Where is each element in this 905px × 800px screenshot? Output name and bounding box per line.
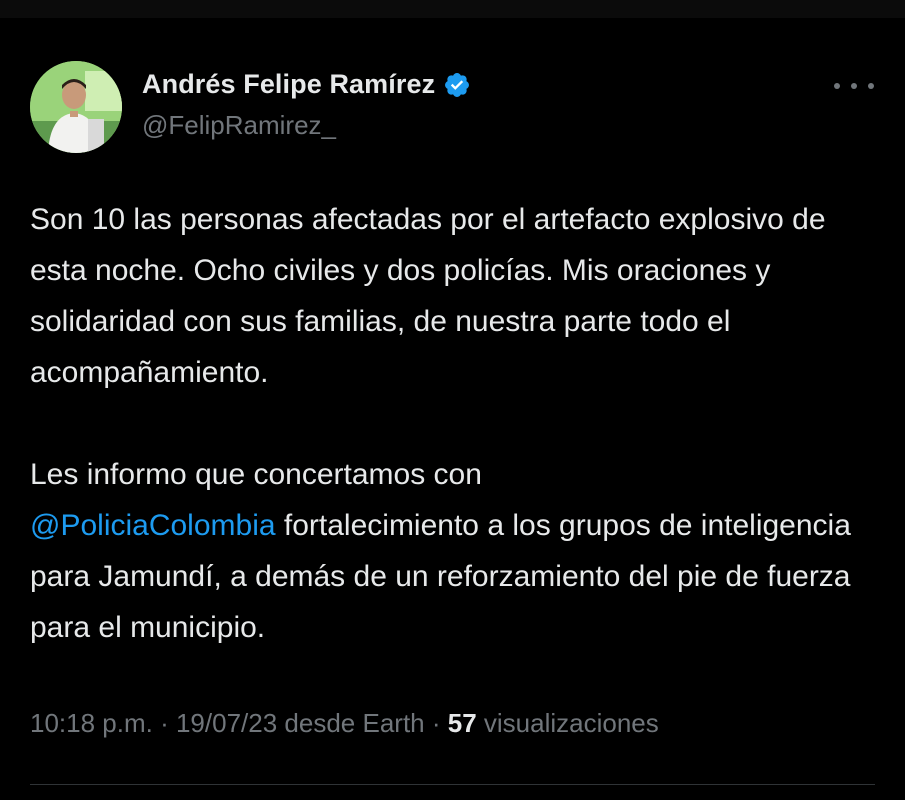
profile-photo-icon bbox=[30, 61, 122, 153]
more-horizontal-icon bbox=[834, 83, 840, 89]
author-name-row: Andrés Felipe Ramírez bbox=[142, 69, 471, 100]
tweet-source: desde Earth bbox=[284, 708, 425, 738]
tweet-text: Son 10 las personas afectadas por el art… bbox=[30, 194, 890, 653]
mention-link[interactable]: @PoliciaColombia bbox=[30, 509, 276, 542]
tweet-paragraph-2-intro: Les informo que concertamos con bbox=[30, 458, 482, 491]
tweet-time[interactable]: 10:18 p.m. bbox=[30, 708, 153, 738]
divider bbox=[30, 784, 875, 785]
views-label: visualizaciones bbox=[483, 708, 659, 738]
views-count: 57 bbox=[447, 708, 477, 738]
tweet-meta: 10:18 p.m. · 19/07/23 desde Earth · 57 v… bbox=[30, 708, 659, 739]
author-handle[interactable]: @FelipRamirez_ bbox=[142, 110, 336, 141]
top-strip bbox=[0, 0, 905, 18]
tweet-date[interactable]: 19/07/23 bbox=[176, 708, 277, 738]
tweet-paragraph-2: Les informo que concertamos con @PoliciaC… bbox=[30, 449, 890, 653]
author-display-name[interactable]: Andrés Felipe Ramírez bbox=[142, 69, 435, 100]
meta-separator: · bbox=[424, 708, 448, 738]
more-horizontal-icon bbox=[868, 83, 874, 89]
tweet-paragraph-1: Son 10 las personas afectadas por el art… bbox=[30, 203, 826, 389]
avatar[interactable] bbox=[30, 61, 122, 153]
tweet-card: Andrés Felipe Ramírez @FelipRamirez_ Son… bbox=[0, 18, 905, 800]
more-options-button[interactable] bbox=[834, 74, 874, 98]
meta-separator: · bbox=[152, 708, 176, 738]
more-horizontal-icon bbox=[851, 83, 857, 89]
verified-badge-icon[interactable] bbox=[443, 71, 471, 99]
